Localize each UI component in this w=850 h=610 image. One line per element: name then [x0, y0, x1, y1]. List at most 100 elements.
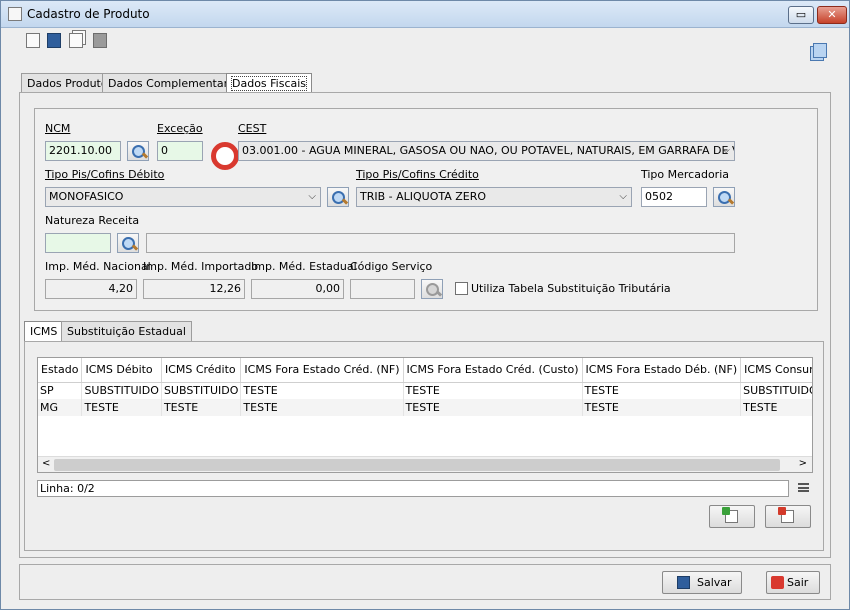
table-cell: SP: [38, 382, 83, 399]
tab-icms[interactable]: ICMS: [24, 321, 64, 342]
sair-button[interactable]: Sair: [766, 571, 820, 594]
excecao-input[interactable]: 0: [157, 141, 203, 161]
table-cell: TESTE: [81, 399, 162, 416]
natureza-description: [146, 233, 735, 253]
tab-label: Dados Produto: [27, 77, 108, 90]
close-button[interactable]: ✕: [817, 6, 847, 24]
table-cell: MG: [38, 399, 83, 416]
ncm-search-icon[interactable]: [127, 141, 149, 161]
tipo-mercadoria-search-icon[interactable]: [713, 187, 735, 207]
pis-credito-combo[interactable]: TRIB - ALIQUOTA ZERO ⌵: [356, 187, 632, 207]
icms-table-container: Estado ICMS Débito ICMS Crédito ICMS For…: [37, 357, 813, 473]
save-icon[interactable]: [47, 33, 61, 48]
tipo-mercadoria-input[interactable]: 0502: [641, 187, 707, 207]
column-header[interactable]: Estado: [38, 358, 83, 383]
table-header-row: Estado ICMS Débito ICMS Crédito ICMS For…: [38, 358, 812, 383]
table-cell: TESTE: [403, 399, 583, 416]
imp-nacional-field: 4,20: [45, 279, 137, 299]
java-app-icon: [8, 7, 22, 21]
remove-row-icon: [778, 507, 794, 523]
sair-label: Sair: [787, 576, 809, 589]
tab-label: Substituição Estadual: [67, 325, 186, 338]
column-header[interactable]: ICMS Fora Estado Déb. (NF): [582, 358, 742, 383]
save-icon: [677, 576, 690, 589]
column-header[interactable]: ICMS Fora Estado Créd. (Custo): [403, 358, 583, 383]
copy-icon[interactable]: [69, 33, 83, 48]
menu-icon[interactable]: [798, 483, 809, 492]
utiliza-tabela-label: Utiliza Tabela Substituição Tributária: [471, 282, 671, 295]
table-row[interactable]: SP SUBSTITUIDO SUBSTITUIDO TESTE TESTE T…: [38, 382, 812, 399]
imp-estadual-label: Imp. Méd. Estadual: [251, 260, 357, 273]
pis-debito-label: Tipo Pis/Cofins Débito: [45, 168, 165, 181]
cest-label: CEST: [238, 122, 267, 135]
cest-combo[interactable]: 03.001.00 - AGUA MINERAL, GASOSA OU NAO,…: [238, 141, 735, 161]
fiscal-fields-group: NCM 2201.10.00 Exceção 0 CEST 03.001.00 …: [34, 108, 818, 311]
icms-panel: Estado ICMS Débito ICMS Crédito ICMS For…: [24, 341, 824, 551]
chevron-down-icon: ⌵: [619, 191, 627, 202]
imp-importado-label: Imp. Méd. Importado: [143, 260, 259, 273]
table-cell: TESTE: [403, 382, 583, 399]
table-cell: TESTE: [582, 399, 742, 416]
imp-importado-field: 12,26: [143, 279, 245, 299]
product-window: Cadastro de Produto ▭ ✕ Dados Produto Da…: [0, 0, 850, 610]
imp-estadual-field: 0,00: [251, 279, 344, 299]
salvar-button[interactable]: Salvar: [662, 571, 742, 594]
scroll-left-icon[interactable]: <: [42, 458, 50, 469]
codigo-servico-label: Código Serviço: [350, 260, 433, 273]
sub-tabs: ICMS Substituição Estadual: [24, 321, 224, 342]
column-header[interactable]: ICMS Fora Estado Créd. (NF): [240, 358, 404, 383]
pis-debito-search-icon[interactable]: [327, 187, 349, 207]
main-tabs: Dados Produto Dados Complementares Dados…: [21, 73, 321, 94]
table-cell: TESTE: [161, 399, 242, 416]
line-counter: Linha: 0/2: [37, 480, 789, 497]
pis-credito-value: TRIB - ALIQUOTA ZERO: [360, 190, 487, 203]
column-header[interactable]: ICMS Débito: [81, 358, 162, 383]
codigo-servico-search-icon: [421, 279, 443, 299]
table-cell: TESTE: [740, 399, 812, 416]
lifebuoy-help-icon[interactable]: [210, 141, 239, 170]
tab-dados-produto[interactable]: Dados Produto: [21, 73, 114, 93]
table-row[interactable]: MG TESTE TESTE TESTE TESTE TESTE TESTE: [38, 399, 812, 416]
add-row-button[interactable]: [709, 505, 755, 528]
pis-debito-combo[interactable]: MONOFASICO ⌵: [45, 187, 321, 207]
windows-icon[interactable]: [813, 43, 827, 58]
window-title: Cadastro de Produto: [27, 7, 150, 21]
codigo-servico-field: [350, 279, 415, 299]
cest-value: 03.001.00 - AGUA MINERAL, GASOSA OU NAO,…: [242, 144, 735, 157]
natureza-label: Natureza Receita: [45, 214, 140, 227]
scroll-right-icon[interactable]: >: [799, 458, 807, 469]
exit-icon: [771, 576, 784, 589]
new-icon[interactable]: [26, 33, 40, 48]
column-header[interactable]: ICMS Crédito: [161, 358, 242, 383]
ncm-input[interactable]: 2201.10.00: [45, 141, 121, 161]
table-cell: TESTE: [240, 399, 404, 416]
pis-credito-label: Tipo Pis/Cofins Crédito: [356, 168, 479, 181]
natureza-search-icon[interactable]: [117, 233, 139, 253]
tab-label: Dados Fiscais: [230, 76, 308, 91]
dados-fiscais-panel: NCM 2201.10.00 Exceção 0 CEST 03.001.00 …: [19, 92, 831, 558]
table-cell: TESTE: [240, 382, 404, 399]
imp-nacional-label: Imp. Méd. Nacional: [45, 260, 151, 273]
scroll-thumb[interactable]: [54, 459, 780, 471]
utiliza-tabela-checkbox[interactable]: [455, 282, 468, 295]
comment-icon[interactable]: [93, 33, 107, 48]
action-bar: Salvar Sair: [19, 564, 831, 600]
natureza-input[interactable]: [45, 233, 111, 253]
excecao-label: Exceção: [157, 122, 203, 135]
chevron-down-icon: ⌵: [308, 191, 316, 202]
remove-row-button[interactable]: [765, 505, 811, 528]
icms-table: Estado ICMS Débito ICMS Crédito ICMS For…: [38, 358, 812, 416]
tab-dados-fiscais[interactable]: Dados Fiscais: [226, 73, 313, 94]
horizontal-scrollbar[interactable]: < >: [38, 456, 812, 472]
column-header[interactable]: ICMS Consumidor: [740, 358, 812, 383]
chevron-down-icon: ⌵: [722, 145, 730, 156]
tab-dados-complementares[interactable]: Dados Complementares: [102, 73, 247, 93]
ncm-label: NCM: [45, 122, 71, 135]
restore-button[interactable]: ▭: [788, 6, 814, 24]
add-row-icon: [722, 507, 738, 523]
title-bar: Cadastro de Produto ▭ ✕: [1, 1, 849, 28]
tab-substituicao-estadual[interactable]: Substituição Estadual: [61, 321, 192, 341]
table-cell: TESTE: [582, 382, 742, 399]
tipo-mercadoria-label: Tipo Mercadoria: [641, 168, 730, 181]
pis-debito-value: MONOFASICO: [49, 190, 124, 203]
